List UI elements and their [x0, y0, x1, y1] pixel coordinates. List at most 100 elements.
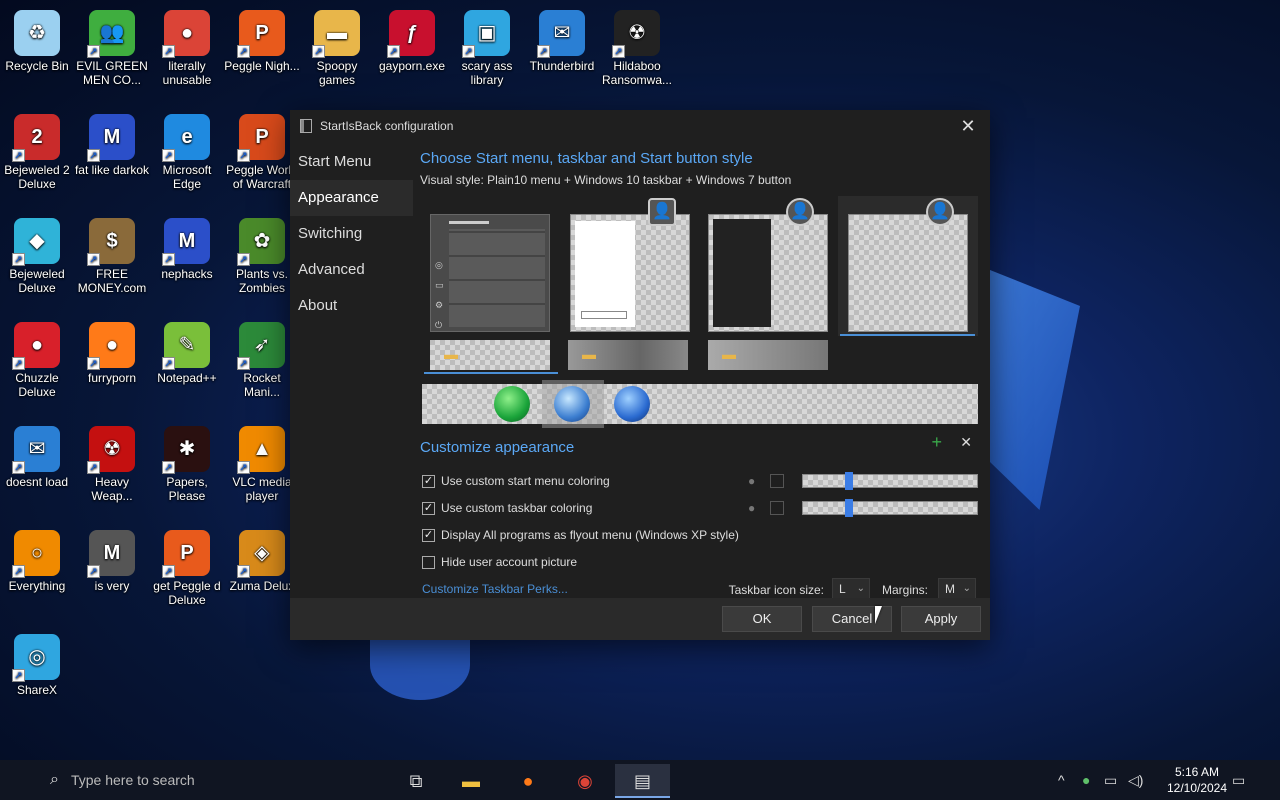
- firefox-icon[interactable]: ●: [505, 764, 551, 798]
- desktop-icon[interactable]: ▲ ↗ VLC media player: [224, 426, 300, 503]
- nav-about[interactable]: About: [290, 288, 413, 324]
- nav-start-menu[interactable]: Start Menu: [290, 144, 413, 180]
- droplet-icon[interactable]: ●: [748, 474, 762, 488]
- checkbox-checked-icon[interactable]: ✓: [422, 501, 435, 515]
- shortcut-arrow-icon: ↗: [87, 253, 100, 266]
- checkbox-checked-icon[interactable]: ✓: [422, 528, 435, 542]
- desktop-icon[interactable]: M ↗ nephacks: [149, 218, 225, 281]
- taskbar-opacity-slider[interactable]: [802, 499, 978, 517]
- desktop-icon[interactable]: ○ ↗ Everything: [0, 530, 75, 593]
- taskbar-style-windows10[interactable]: ▬: [430, 340, 550, 370]
- network-icon: ▣ ↗: [462, 10, 510, 58]
- slider-thumb[interactable]: [845, 499, 853, 517]
- desktop-icon[interactable]: 👥 ↗ EVIL GREEN MEN CO...: [74, 10, 150, 87]
- desktop-icon[interactable]: ● ↗ Chuzzle Deluxe: [0, 322, 75, 399]
- ransomware-icon: ☢ ↗: [612, 10, 660, 58]
- start-orb-green[interactable]: [494, 386, 530, 422]
- menu-style-plain[interactable]: [708, 214, 828, 332]
- user-tray-icon[interactable]: ●: [1082, 772, 1090, 788]
- shortcut-arrow-icon: ↗: [12, 565, 25, 578]
- customize-taskbar-perks-link[interactable]: Customize Taskbar Perks...: [422, 582, 568, 596]
- desktop-icon[interactable]: ➶ ↗ Rocket Mani...: [224, 322, 300, 399]
- desktop-icon[interactable]: ▣ ↗ scary ass library: [449, 10, 525, 87]
- chrome-icon[interactable]: ◉: [562, 764, 608, 798]
- shortcut-arrow-icon: ↗: [612, 45, 625, 58]
- checkbox-checked-icon[interactable]: ✓: [422, 474, 435, 488]
- desktop-icon[interactable]: 2 ↗ Bejeweled 2 Deluxe: [0, 114, 75, 191]
- menu-style-windows10[interactable]: ◎ ▭ ⚙ ⏻: [430, 214, 550, 332]
- papers-please-icon: ✱ ↗: [162, 426, 210, 474]
- desktop-icon[interactable]: ✉ ↗ doesnt load: [0, 426, 75, 489]
- apply-button[interactable]: Apply: [901, 606, 981, 632]
- color-swatch[interactable]: [770, 474, 784, 488]
- checkbox-unchecked-icon[interactable]: [422, 555, 435, 569]
- desktop-icon[interactable]: ● ↗ furryporn: [74, 322, 150, 385]
- clock[interactable]: 5:16 AM 12/10/2024: [1162, 764, 1232, 796]
- desktop-icon[interactable]: ☢ ↗ Heavy Weap...: [74, 426, 150, 503]
- show-hidden-icons[interactable]: ^: [1058, 772, 1065, 788]
- margins-dropdown[interactable]: M ⌄: [938, 578, 976, 600]
- remove-icon[interactable]: ✕: [960, 434, 972, 451]
- shortcut-arrow-icon: ↗: [87, 149, 100, 162]
- slider-thumb[interactable]: [845, 472, 853, 490]
- desktop-icon[interactable]: ▬ ↗ Spoopy games: [299, 10, 375, 87]
- desktop-icon[interactable]: ♻ Recycle Bin: [0, 10, 75, 73]
- desktop-icon[interactable]: ◆ ↗ Bejeweled Deluxe: [0, 218, 75, 295]
- option-start-menu-coloring[interactable]: ✓ Use custom start menu coloring: [422, 474, 610, 488]
- volume-icon[interactable]: ◁): [1128, 772, 1143, 789]
- close-button[interactable]: ✕: [954, 114, 982, 138]
- desktop-icon[interactable]: M ↗ is very: [74, 530, 150, 593]
- desktop-icon-label: FREE MONEY.com: [77, 267, 147, 295]
- desktop-icon[interactable]: ✱ ↗ Papers, Please: [149, 426, 225, 503]
- desktop-icon[interactable]: $ ↗ FREE MONEY.com: [74, 218, 150, 295]
- shortcut-arrow-icon: ↗: [12, 149, 25, 162]
- icon-size-dropdown[interactable]: L ⌄: [832, 578, 870, 600]
- menu-style-plain10[interactable]: [848, 214, 968, 332]
- taskbar-style-plain[interactable]: ▬: [708, 340, 828, 370]
- network-icon[interactable]: ▭: [1104, 772, 1117, 789]
- start-menu-opacity-slider[interactable]: [802, 472, 978, 490]
- add-icon[interactable]: +: [931, 432, 942, 453]
- rocket-icon: ➶ ↗: [237, 322, 285, 370]
- notifications-icon[interactable]: ▭: [1232, 772, 1245, 789]
- desktop-icon[interactable]: ✎ ↗ Notepad++: [149, 322, 225, 385]
- side-nav: Start Menu Appearance Switching Advanced…: [290, 144, 413, 324]
- start-button[interactable]: [0, 764, 46, 798]
- droplet-icon[interactable]: ●: [748, 501, 762, 515]
- thunderbird-icon: ✉ ↗: [537, 10, 585, 58]
- desktop-icon-label: literally unusable: [162, 59, 212, 87]
- desktop-icon[interactable]: ☢ ↗ Hildaboo Ransomwa...: [599, 10, 675, 87]
- customize-heading: Customize appearance: [420, 439, 575, 456]
- taskbar-style-windows7[interactable]: ▬: [568, 340, 688, 370]
- desktop-icon[interactable]: ● ↗ literally unusable: [149, 10, 225, 87]
- desktop-icon[interactable]: P ↗ Peggle Nigh...: [224, 10, 300, 73]
- nav-switching[interactable]: Switching: [290, 216, 413, 252]
- desktop-icon[interactable]: ƒ ↗ gayporn.exe: [374, 10, 450, 73]
- search-box[interactable]: ⌕ Type here to search: [50, 760, 390, 800]
- desktop-icon[interactable]: ◈ ↗ Zuma Delux: [224, 530, 300, 593]
- desktop-icon[interactable]: ✉ ↗ Thunderbird: [524, 10, 600, 73]
- nav-appearance[interactable]: Appearance: [290, 180, 413, 216]
- startisback-task-icon[interactable]: ▤: [615, 764, 670, 798]
- nav-advanced[interactable]: Advanced: [290, 252, 413, 288]
- desktop-icon[interactable]: ✿ ↗ Plants vs. Zombies: [224, 218, 300, 295]
- shortcut-arrow-icon: ↗: [162, 461, 175, 474]
- start-orb-windows7[interactable]: [554, 386, 590, 422]
- option-flyout-menu[interactable]: ✓ Display All programs as flyout menu (W…: [422, 528, 739, 542]
- shortcut-arrow-icon: ↗: [237, 461, 250, 474]
- desktop-icon[interactable]: P ↗ get Peggle d Deluxe: [149, 530, 225, 607]
- ok-button[interactable]: OK: [722, 606, 802, 632]
- desktop-icon[interactable]: e ↗ Microsoft Edge: [149, 114, 225, 191]
- desktop-icon[interactable]: ◎ ↗ ShareX: [0, 634, 75, 697]
- start-orb-windows-blue[interactable]: [614, 386, 650, 422]
- desktop-icon[interactable]: P ↗ Peggle World of Warcraft: [224, 114, 300, 191]
- file-explorer-icon[interactable]: ▬: [448, 764, 494, 798]
- task-view-icon[interactable]: ⧉: [393, 764, 439, 798]
- color-swatch[interactable]: [770, 501, 784, 515]
- option-hide-user-picture[interactable]: Hide user account picture: [422, 555, 577, 569]
- bejeweled2-icon: 2 ↗: [12, 114, 60, 162]
- mpi-icon: M ↗: [162, 218, 210, 266]
- option-taskbar-coloring[interactable]: ✓ Use custom taskbar coloring: [422, 501, 592, 515]
- desktop-icon[interactable]: M ↗ fat like darkok: [74, 114, 150, 177]
- menu-style-windows7[interactable]: [570, 214, 690, 332]
